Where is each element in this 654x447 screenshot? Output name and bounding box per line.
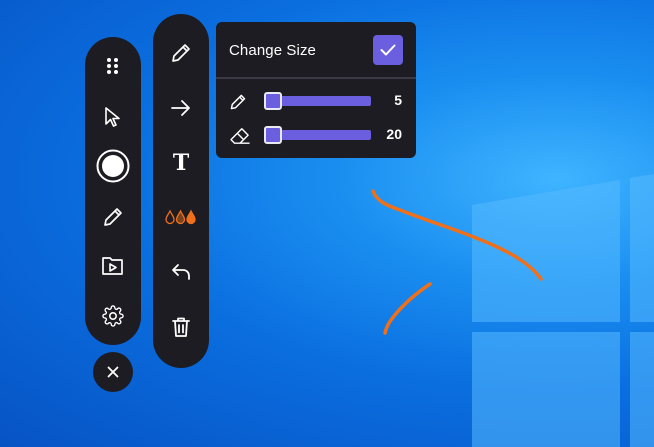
clear-all-button[interactable] [153,305,209,349]
drag-handle-icon [107,58,118,74]
panel-title: Change Size [229,42,316,59]
pen-icon [104,208,122,226]
eraser-size-slider-thumb[interactable] [264,126,282,144]
cursor-icon [105,107,120,127]
arrow-tool-button[interactable] [153,86,209,130]
close-icon [107,366,119,378]
pen-icon [172,44,190,62]
close-button[interactable] [93,352,133,392]
pen-size-button[interactable] [153,31,209,75]
trash-icon [172,317,190,337]
eraser-size-slider[interactable] [264,126,371,144]
color-drops-icon [165,209,196,225]
eraser-size-row: 20 [216,124,416,148]
ink-stroke-1 [371,189,543,281]
pen-size-value: 5 [394,92,402,108]
undo-icon [172,264,190,280]
drag-handle-button[interactable] [85,44,141,88]
color-picker-button[interactable] [153,195,209,239]
eraser-icon [230,128,250,144]
pen-size-slider-thumb[interactable] [264,92,282,110]
pen-size-slider[interactable] [264,92,371,110]
text-tool-button[interactable]: T [153,141,209,185]
record-button[interactable] [85,144,141,188]
eraser-size-value: 20 [386,126,402,142]
gear-icon [102,305,124,327]
ink-stroke-2 [383,282,432,335]
recordings-folder-button[interactable] [85,244,141,288]
cursor-tool-button[interactable] [85,95,141,139]
pen-icon [230,94,246,110]
text-icon: T [172,150,190,176]
checkmark-icon [380,44,396,56]
pen-size-row: 5 [216,90,416,114]
confirm-size-button[interactable] [373,35,403,65]
pen-tool-button[interactable] [85,195,141,239]
settings-button[interactable] [85,294,141,338]
undo-button[interactable] [153,250,209,294]
arrow-icon [171,100,190,116]
main-toolbar [85,37,141,345]
panel-divider [216,77,416,79]
video-folder-icon [102,257,123,275]
record-icon [96,149,130,183]
pen-options-toolbar: T [153,14,209,368]
change-size-panel: Change Size 5 20 [216,22,416,158]
